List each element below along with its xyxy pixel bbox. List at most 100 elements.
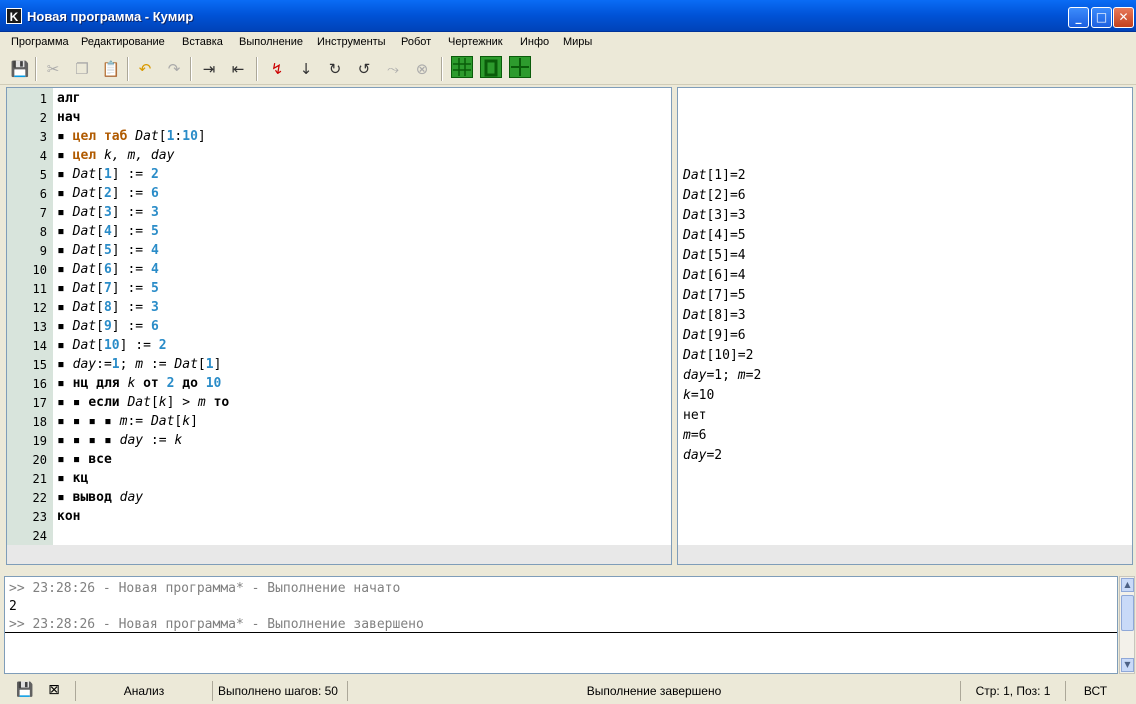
grid-icon[interactable] xyxy=(451,56,473,78)
menu-bar: Программа Редактирование Вставка Выполне… xyxy=(0,33,1136,52)
code-line: алг xyxy=(57,91,81,106)
line-number: 12 xyxy=(32,301,47,315)
line-number: 9 xyxy=(39,244,47,258)
execution-status: Выполнение завершено xyxy=(347,681,960,701)
console-output[interactable]: >> 23:28:26 - Новая программа* - Выполне… xyxy=(4,576,1118,674)
line-number: 6 xyxy=(39,187,47,201)
code-line: ▪ ▪ ▪ ▪ m:= Dat[k] xyxy=(57,414,198,429)
code-line: ▪ ▪ все xyxy=(57,452,112,467)
code-line: ▪ ▪ если Dat[k] > m то xyxy=(57,395,230,410)
steps-count: Выполнено шагов: 50 xyxy=(212,681,347,701)
insert-mode: ВСТ xyxy=(1065,681,1125,701)
run-icon[interactable]: ↯ xyxy=(264,56,290,82)
line-number: 14 xyxy=(32,339,47,353)
menu-program[interactable]: Программа xyxy=(11,36,69,48)
line-number: 4 xyxy=(39,149,47,163)
cursor-position: Стр: 1, Поз: 1 xyxy=(960,681,1065,701)
menu-robot[interactable]: Робот xyxy=(401,36,431,48)
output-line: Dat[4]=5 xyxy=(683,228,746,243)
output-scroll-area[interactable] xyxy=(678,545,1132,564)
line-number: 1 xyxy=(39,92,47,106)
output-line: Dat[7]=5 xyxy=(683,288,746,303)
console-divider xyxy=(5,632,1117,633)
line-number: 5 xyxy=(39,168,47,182)
status-bar: 💾 ⊠ Анализ Выполнено шагов: 50 Выполнени… xyxy=(0,678,1136,704)
close-icon[interactable]: ✕ xyxy=(1113,7,1134,28)
save-icon[interactable]: 💾 xyxy=(7,56,33,82)
line-number: 17 xyxy=(32,396,47,410)
output-line: m=6 xyxy=(683,428,707,443)
line-number: 18 xyxy=(32,415,47,429)
code-line: ▪ Dat[7] := 5 xyxy=(57,281,159,296)
menu-drawer[interactable]: Чертежник xyxy=(448,36,503,48)
clear-log-icon[interactable]: ⊠ xyxy=(45,681,63,699)
stop-icon[interactable]: ⊗ xyxy=(409,56,435,82)
analysis-status: Анализ xyxy=(75,681,212,701)
line-number: 8 xyxy=(39,225,47,239)
code-line: ▪ Dat[5] := 4 xyxy=(57,243,159,258)
output-line: Dat[5]=4 xyxy=(683,248,746,263)
code-line: ▪ цел таб Dat[1:10] xyxy=(57,129,206,144)
menu-run[interactable]: Выполнение xyxy=(239,36,303,48)
menu-edit[interactable]: Редактирование xyxy=(81,36,165,48)
code-line: ▪ day:=1; m := Dat[1] xyxy=(57,357,222,372)
code-line: ▪ вывод day xyxy=(57,490,144,505)
step-icon[interactable]: ↓ xyxy=(293,56,319,82)
console-line: 2 xyxy=(9,599,17,614)
indent-icon[interactable]: ⇥ xyxy=(196,56,222,82)
code-line: ▪ Dat[4] := 5 xyxy=(57,224,159,239)
draw-icon[interactable] xyxy=(509,56,531,78)
code-line: ▪ Dat[8] := 3 xyxy=(57,300,159,315)
menu-insert[interactable]: Вставка xyxy=(182,36,223,48)
line-number: 19 xyxy=(32,434,47,448)
output-line: Dat[3]=3 xyxy=(683,208,746,223)
line-number: 16 xyxy=(32,377,47,391)
editor-scroll-area[interactable] xyxy=(7,545,671,564)
cut-icon[interactable]: ✂ xyxy=(40,56,66,82)
kumir-app-icon[interactable]: K xyxy=(6,8,22,24)
minimize-icon[interactable]: _ xyxy=(1068,7,1089,28)
code-line: ▪ Dat[9] := 6 xyxy=(57,319,159,334)
save-log-icon[interactable]: 💾 xyxy=(16,681,34,699)
console-line: >> 23:28:26 - Новая программа* - Выполне… xyxy=(9,581,401,596)
output-line: day=1; m=2 xyxy=(683,368,762,383)
title-bar[interactable]: K Новая программа - Кумир _ □ ✕ xyxy=(0,0,1136,32)
scroll-down-icon[interactable]: ▼ xyxy=(1121,658,1134,672)
maximize-icon[interactable]: □ xyxy=(1091,7,1112,28)
code-line: нач xyxy=(57,110,81,125)
unindent-icon[interactable]: ⇤ xyxy=(225,56,251,82)
code-line: ▪ Dat[6] := 4 xyxy=(57,262,159,277)
line-number: 13 xyxy=(32,320,47,334)
robot-icon[interactable] xyxy=(480,56,502,78)
output-line: нет xyxy=(683,408,707,423)
paste-icon[interactable]: 📋 xyxy=(98,56,124,82)
step-over-icon[interactable]: ⤳ xyxy=(380,56,406,82)
copy-icon[interactable]: ❐ xyxy=(69,56,95,82)
undo-icon[interactable]: ↶ xyxy=(132,56,158,82)
redo-icon[interactable]: ↷ xyxy=(161,56,187,82)
scroll-thumb[interactable] xyxy=(1121,595,1134,631)
code-line: кон xyxy=(57,509,81,524)
menu-info[interactable]: Инфо xyxy=(520,36,549,48)
console-line: >> 23:28:26 - Новая программа* - Выполне… xyxy=(9,617,424,632)
code-line: ▪ Dat[10] := 2 xyxy=(57,338,167,353)
console-scrollbar[interactable]: ▲ ▼ xyxy=(1119,576,1135,674)
output-line: Dat[2]=6 xyxy=(683,188,746,203)
line-number: 24 xyxy=(32,529,47,543)
menu-tools[interactable]: Инструменты xyxy=(317,36,386,48)
kumir-window: K Новая программа - Кумир _ □ ✕ Программ… xyxy=(0,0,1136,704)
step-out-icon[interactable]: ↺ xyxy=(351,56,377,82)
line-number: 15 xyxy=(32,358,47,372)
code-line: ▪ цел k, m, day xyxy=(57,148,175,163)
code-line: ▪ нц для k от 2 до 10 xyxy=(57,376,222,391)
scroll-up-icon[interactable]: ▲ xyxy=(1121,578,1134,592)
menu-worlds[interactable]: Миры xyxy=(563,36,592,48)
line-number: 3 xyxy=(39,130,47,144)
code-editor[interactable]: 1 2 3 4 5 6 7 8 9 10 11 12 13 14 15 16 17 18 19 20 21 22 23 24 … xyxy=(6,87,672,565)
output-line: Dat[9]=6 xyxy=(683,328,746,343)
step-into-icon[interactable]: ↻ xyxy=(322,56,348,82)
output-line: Dat[1]=2 xyxy=(683,168,746,183)
line-number: 21 xyxy=(32,472,47,486)
code-line: ▪ Dat[2] := 6 xyxy=(57,186,159,201)
code-line: ▪ ▪ ▪ ▪ day := k xyxy=(57,433,183,448)
